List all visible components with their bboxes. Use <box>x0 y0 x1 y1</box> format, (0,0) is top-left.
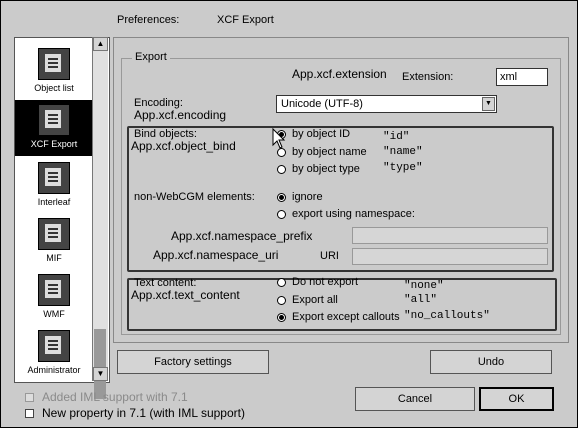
mif-icon <box>38 218 70 250</box>
extension-key-annotation: App.xcf.extension <box>292 67 387 81</box>
bind-id-value: "id" <box>383 131 410 143</box>
namespace-prefix-input[interactable] <box>352 227 548 244</box>
extension-input[interactable]: xml <box>496 68 548 86</box>
text-all-radio[interactable] <box>277 296 286 305</box>
text-none-value: "none" <box>404 280 444 292</box>
text-none-label[interactable]: Do not export <box>292 276 358 288</box>
text-no-callouts-label[interactable]: Export except callouts <box>292 311 400 323</box>
nonwebcgm-label: non-WebCGM elements: <box>134 191 255 203</box>
sidebar-item-interleaf[interactable]: Interleaf <box>15 158 93 214</box>
encoding-key-annotation: App.xcf.encoding <box>134 108 227 122</box>
text-none-radio[interactable] <box>277 278 286 287</box>
xcf-export-icon <box>38 104 70 136</box>
legend-added-iml-marker <box>25 393 34 402</box>
nonwebcgm-namespace-radio[interactable] <box>277 210 286 219</box>
sidebar-item-object-list[interactable]: Object list <box>15 44 93 100</box>
extension-label: Extension: <box>402 71 454 83</box>
sidebar-item-wmf[interactable]: WMF <box>15 270 93 326</box>
bind-id-label[interactable]: by object ID <box>292 128 350 140</box>
namespace-uri-label: URI <box>320 250 339 262</box>
sidebar-item-administrator[interactable]: Administrator <box>15 326 93 382</box>
text-no-callouts-radio[interactable] <box>277 313 286 322</box>
administrator-icon <box>38 330 70 362</box>
sidebar-item-xcf-export[interactable]: XCF Export <box>15 100 93 156</box>
ns-uri-key-annotation: App.xcf.namespace_uri <box>153 248 279 262</box>
interleaf-icon <box>38 162 70 194</box>
cancel-button[interactable]: Cancel <box>355 387 475 411</box>
ns-prefix-key-annotation: App.xcf.namespace_prefix <box>171 229 313 243</box>
legend-new-property-label: New property in 7.1 (with IML support) <box>42 406 245 420</box>
ok-button[interactable]: OK <box>479 387 554 411</box>
bind-type-value: "type" <box>383 162 423 174</box>
scroll-up-icon[interactable]: ▲ <box>93 37 108 51</box>
text-no-callouts-value: "no_callouts" <box>404 310 490 322</box>
object-list-icon <box>38 48 70 80</box>
wmf-icon <box>38 274 70 306</box>
namespace-uri-input[interactable] <box>352 248 548 265</box>
chevron-down-icon[interactable]: ▼ <box>482 97 495 111</box>
legend-added-iml-label: Added IML support with 7.1 <box>42 390 188 404</box>
scroll-thumb[interactable] <box>94 329 106 399</box>
nonwebcgm-ignore-radio[interactable] <box>277 193 286 202</box>
legend-new-property-marker <box>25 409 34 418</box>
scroll-down-icon[interactable]: ▼ <box>93 367 108 381</box>
undo-button[interactable]: Undo <box>430 350 552 374</box>
mouse-cursor-icon <box>272 128 286 149</box>
text-all-value: "all" <box>404 294 438 306</box>
bind-type-radio[interactable] <box>277 165 286 174</box>
factory-settings-button[interactable]: Factory settings <box>117 350 269 374</box>
bind-name-value: "name" <box>383 146 423 158</box>
bind-name-label[interactable]: by object name <box>292 146 367 158</box>
text-all-label[interactable]: Export all <box>292 294 338 306</box>
encoding-select[interactable]: Unicode (UTF-8) ▼ <box>276 95 497 113</box>
text-content-key-annotation: App.xcf.text_content <box>131 288 240 302</box>
bind-key-annotation: App.xcf.object_bind <box>131 139 236 153</box>
nonwebcgm-namespace-label[interactable]: export using namespace: <box>292 208 415 220</box>
nonwebcgm-ignore-label[interactable]: ignore <box>292 191 323 203</box>
bind-type-label[interactable]: by object type <box>292 163 360 175</box>
section-title: XCF Export <box>217 14 274 26</box>
sidebar-scrollbar[interactable]: ▲ ▼ <box>92 37 108 399</box>
export-group-title: Export <box>132 51 170 63</box>
sidebar-item-mif[interactable]: MIF <box>15 214 93 270</box>
preferences-label: Preferences: <box>117 14 180 26</box>
